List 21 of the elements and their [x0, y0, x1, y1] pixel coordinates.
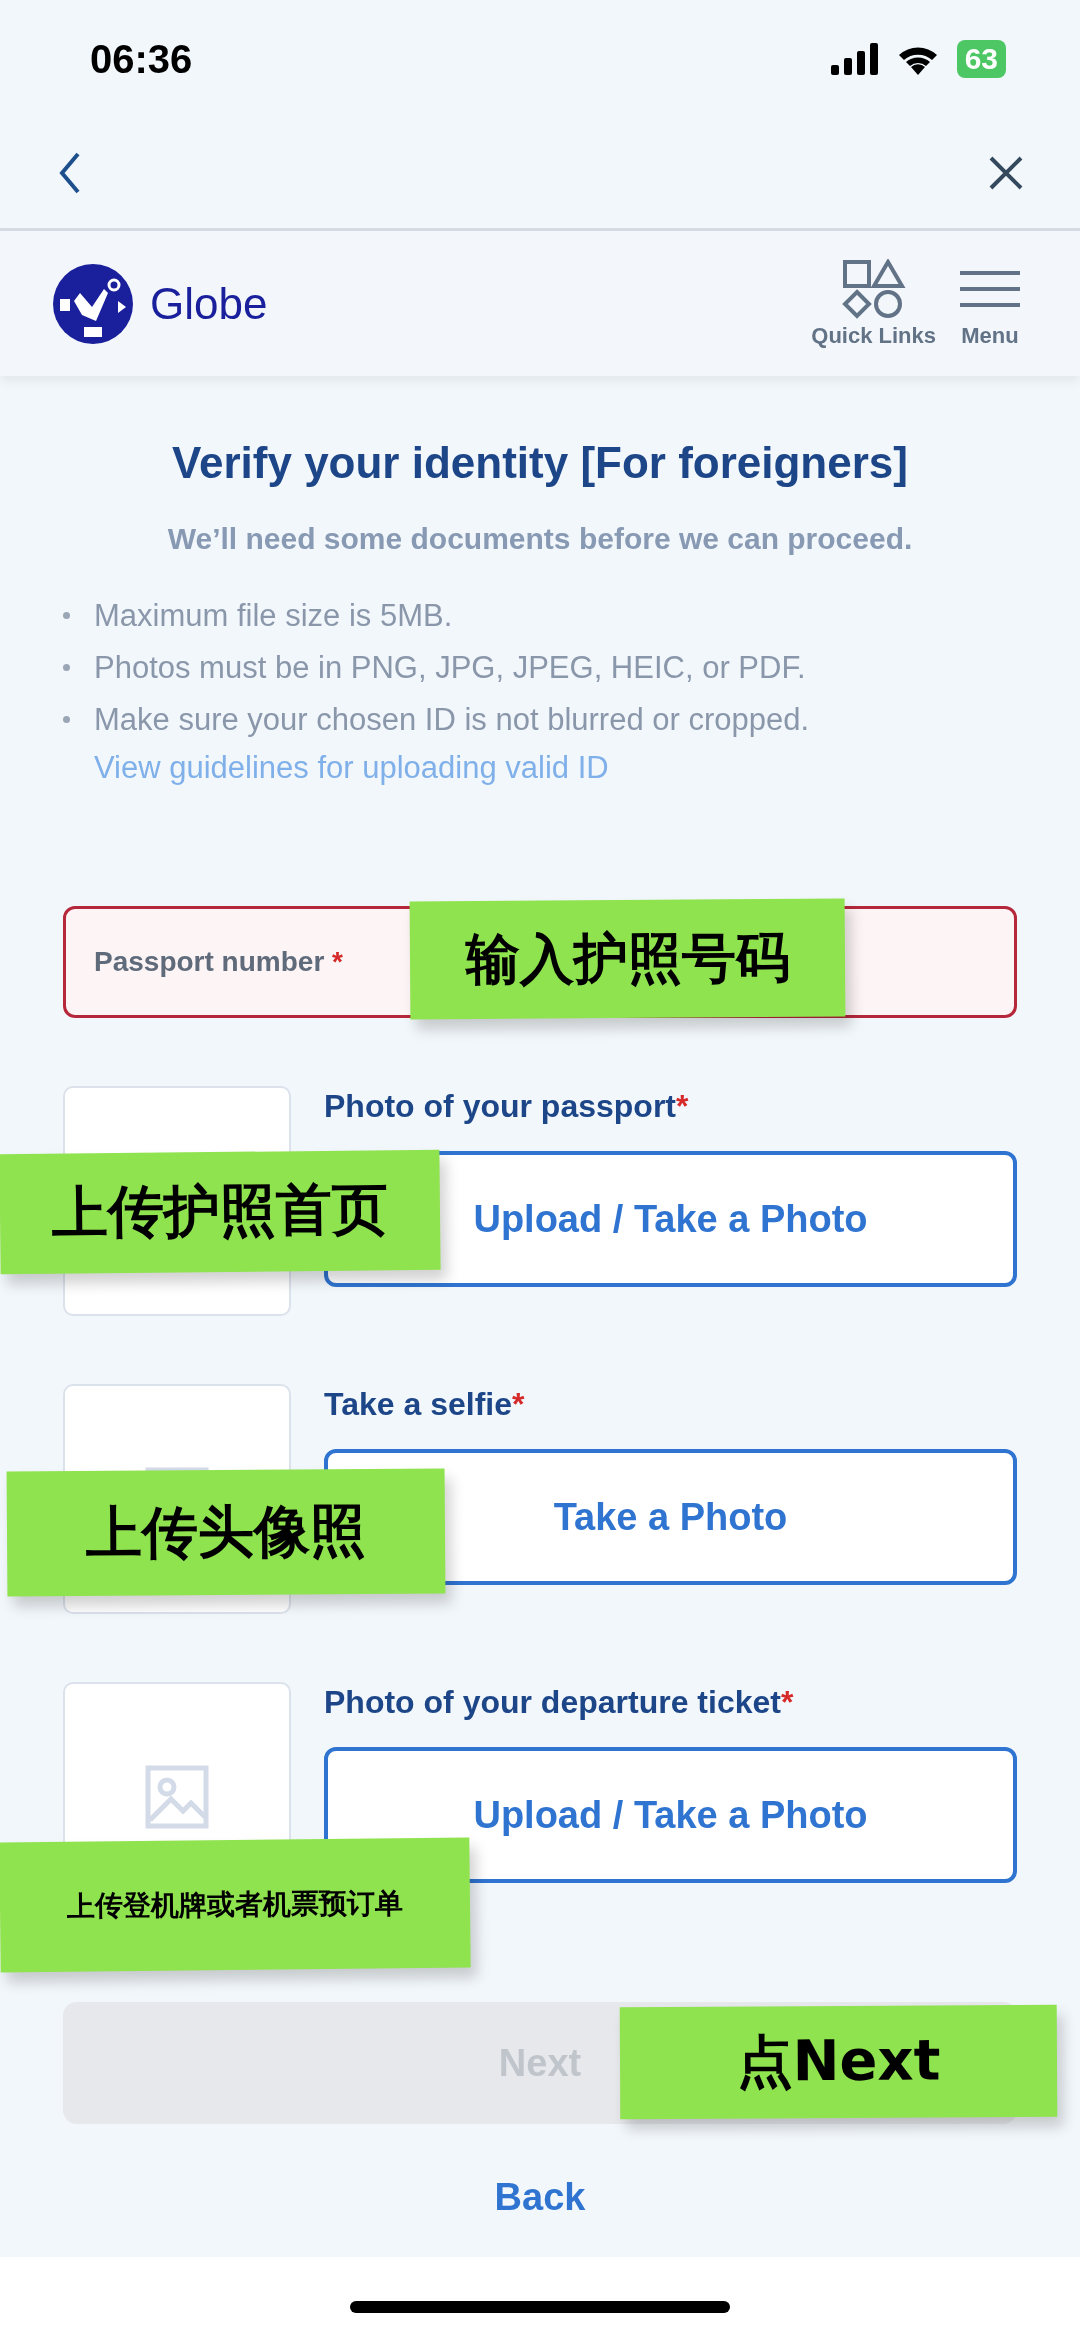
upload-label: Take a selfie* [324, 1386, 526, 1423]
guideline-text: Photos must be in PNG, JPG, JPEG, HEIC, or PDF. [94, 649, 806, 687]
page-subtitle: We’ll need some documents before we can proceed. [166, 522, 914, 556]
annotation-tooltip: 点Next [619, 2004, 1058, 2120]
page-title: Verify your identity [For foreigners] [171, 438, 909, 488]
quick-links-button[interactable]: Quick Links [811, 258, 936, 349]
status-time: 06:36 [90, 36, 193, 82]
menu-button[interactable]: Menu [958, 258, 1022, 349]
annotation-tooltip: 上传头像照 [6, 1468, 446, 1597]
field-placeholder: Passport number * [94, 946, 343, 978]
upload-label: Photo of your passport* [324, 1088, 690, 1125]
guideline-text: Maximum file size is 5MB. [94, 597, 453, 635]
annotation-tooltip: 输入护照号码 [409, 898, 846, 1020]
back-link[interactable]: Back [494, 2176, 586, 2219]
upload-label: Photo of your departure ticket* [324, 1684, 795, 1721]
guideline-text: Make sure your chosen ID is not blurred or cropped. View guidelines for uploading valid ID [94, 701, 811, 787]
annotation-tooltip: 上传护照首页 [0, 1149, 441, 1275]
brand-name: Globe [150, 278, 268, 329]
battery-level: 63 [956, 40, 1006, 78]
upload-button[interactable]: Upload / Take a Photo [324, 1747, 1017, 1883]
annotation-tooltip: 上传登机牌或者机票预订单 [0, 1837, 471, 1973]
